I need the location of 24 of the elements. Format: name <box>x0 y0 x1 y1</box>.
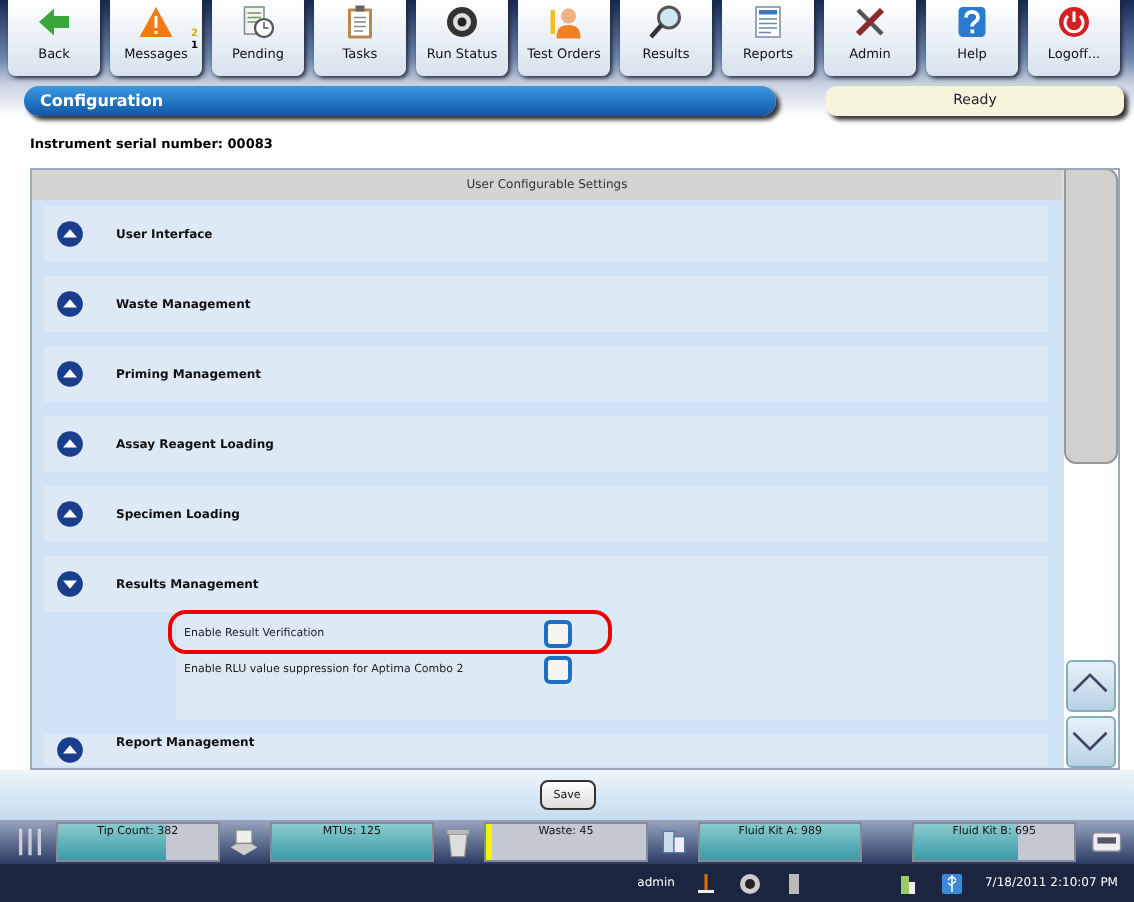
scrollbar-thumb[interactable] <box>1064 170 1118 464</box>
question-mark-icon <box>954 4 990 40</box>
scroll-down-button[interactable] <box>1066 716 1116 768</box>
bottles-icon <box>657 826 690 858</box>
trash-icon <box>442 826 475 858</box>
tips-icon <box>14 826 47 858</box>
checkbox[interactable] <box>544 620 572 648</box>
clipboard-icon <box>342 4 378 40</box>
person-pencil-icon <box>546 4 582 40</box>
back-arrow-icon <box>36 4 72 40</box>
scroll-up-button[interactable] <box>1066 660 1116 712</box>
usb-icon <box>940 871 965 895</box>
document-icon <box>750 4 786 40</box>
checkbox[interactable] <box>544 656 572 684</box>
page-title: Configuration <box>24 86 776 116</box>
magnifier-icon <box>648 4 684 40</box>
probe-icon <box>694 871 719 895</box>
power-icon <box>1056 4 1092 40</box>
stopwatch-document-icon <box>240 4 276 40</box>
disc-icon <box>444 4 480 40</box>
disc-icon <box>738 871 763 895</box>
tools-icon <box>852 4 888 40</box>
warning-icon <box>138 4 174 40</box>
bottle-icon <box>896 871 921 895</box>
